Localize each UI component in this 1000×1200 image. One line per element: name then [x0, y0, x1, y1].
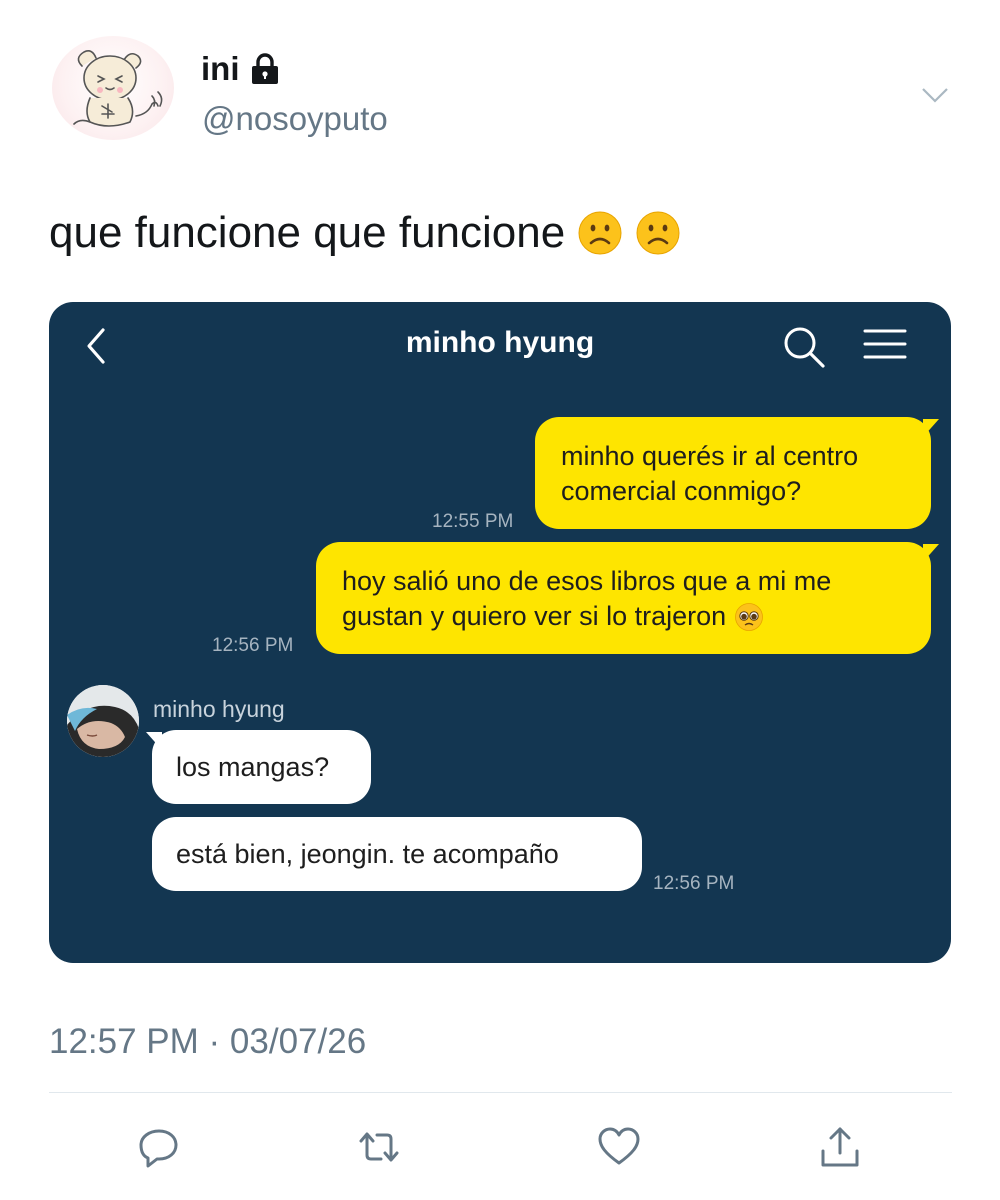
message-line-row: gustan y quiero ver si lo trajeron [342, 599, 905, 634]
display-name: ini [201, 50, 240, 87]
message-line: hoy salió uno de esos libros que a mi me [342, 566, 832, 596]
message-line: minho querés ir al centro [561, 441, 859, 471]
divider [49, 1092, 952, 1093]
profile-avatar[interactable] [52, 36, 174, 140]
outgoing-message-bubble: minho querés ir al centro comercial conm… [535, 417, 931, 529]
sender-name: minho hyung [153, 696, 285, 722]
incoming-message-bubble: está bien, jeongin. te acompaño [152, 817, 642, 891]
message-text: los mangas? [176, 751, 330, 782]
search-icon [784, 327, 825, 368]
bubble-tail [923, 419, 939, 437]
message-time: 12:56 PM [653, 873, 735, 894]
tweet-text: que funcione que funcione [49, 208, 566, 257]
frowning-face-emoji-icon [636, 211, 680, 255]
frowning-face-emoji-icon [578, 211, 622, 255]
user-handle[interactable]: @nosoyputo [202, 100, 388, 138]
message-line: comercial conmigo? [561, 476, 802, 506]
message-time: 12:55 PM [432, 511, 514, 532]
outgoing-message-bubble: hoy salió uno de esos libros que a mi me… [316, 542, 931, 654]
chat-screenshot[interactable]: minho hyung minho querés ir al centro co… [49, 302, 951, 963]
chevron-down-icon[interactable] [917, 80, 953, 110]
message-time: 12:56 PM [212, 635, 294, 656]
contact-avatar [67, 685, 139, 757]
lock-icon [251, 53, 278, 84]
display-name-row: ini [201, 50, 282, 88]
incoming-message-bubble: los mangas? [152, 730, 371, 804]
retweet-icon[interactable] [357, 1125, 401, 1169]
bubble-tail [923, 544, 939, 562]
tweet-text-row: que funcione que funcione [49, 208, 681, 258]
reply-icon[interactable] [137, 1125, 181, 1169]
message-text: está bien, jeongin. te acompaño [176, 838, 559, 869]
pleading-face-emoji-icon [735, 602, 764, 631]
share-icon[interactable] [818, 1125, 862, 1169]
hamburger-menu-icon [863, 329, 907, 359]
tweet-timestamp[interactable]: 12:57 PM · 03/07/26 [49, 1022, 366, 1062]
like-icon[interactable] [597, 1125, 641, 1169]
message-line: gustan y quiero ver si lo trajeron [342, 601, 727, 631]
